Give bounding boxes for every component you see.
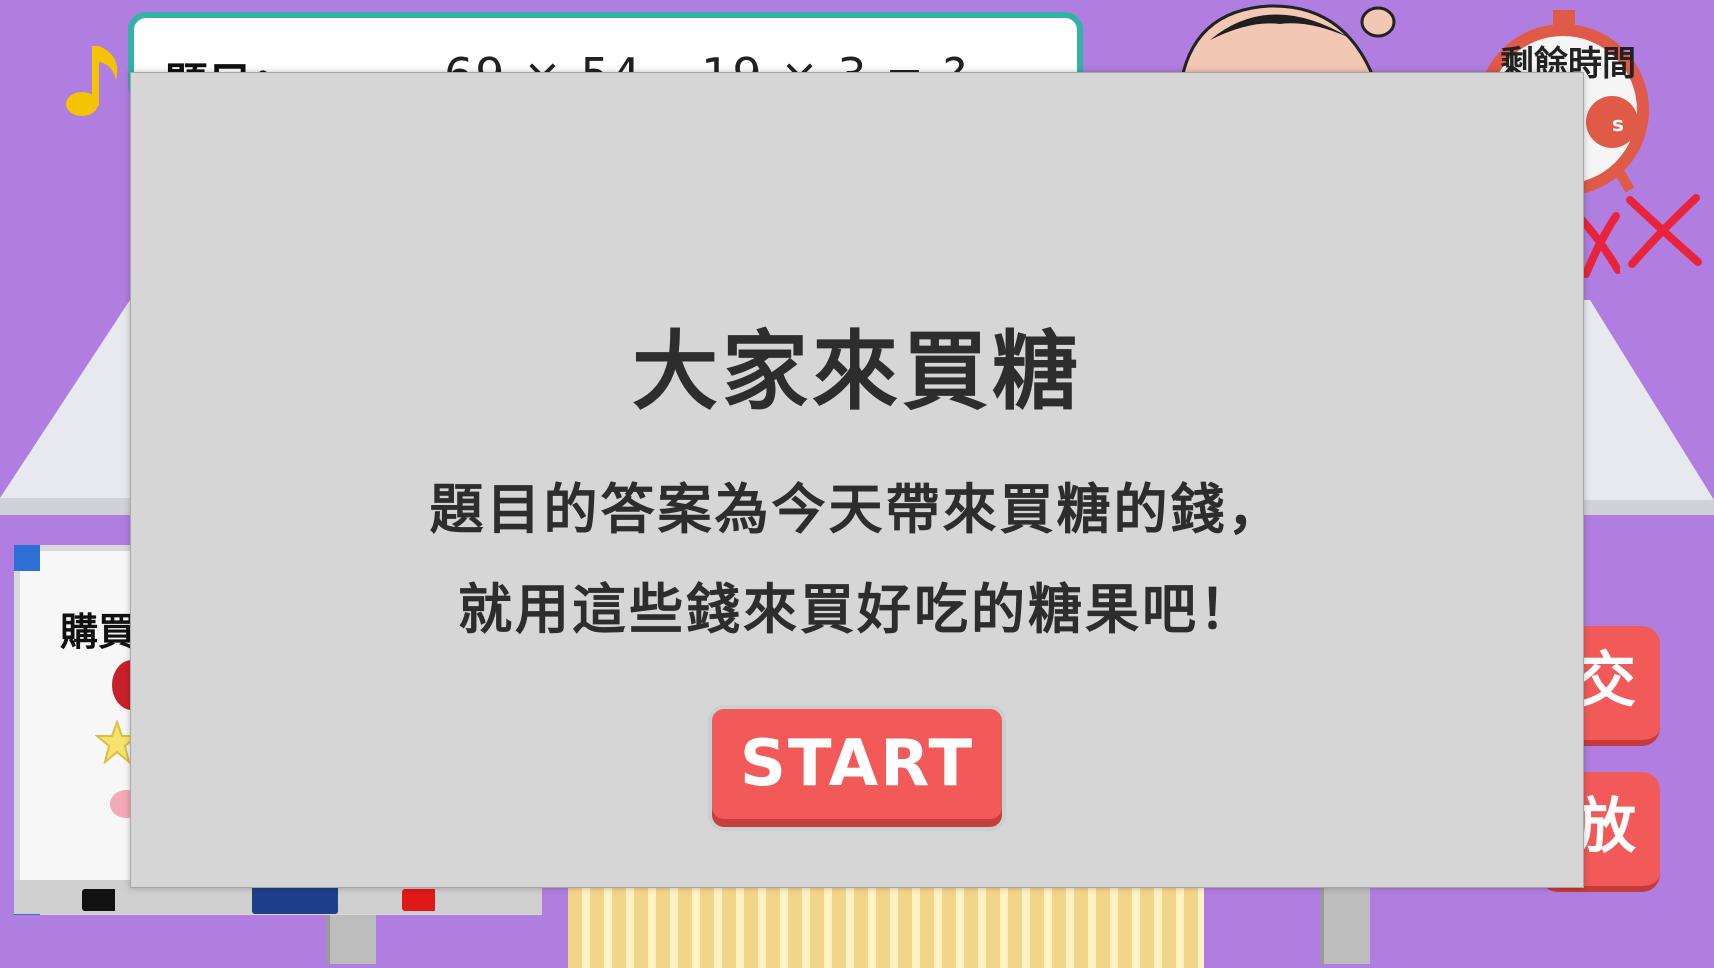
table-right xyxy=(1570,300,1714,515)
modal-description-line1: 題目的答案為今天帶來買糖的錢， xyxy=(429,478,1285,541)
instruction-modal: 大家來買糖 題目的答案為今天帶來買糖的錢， 就用這些錢來買好吃的糖果吧！ STA… xyxy=(130,72,1584,888)
modal-description-line2: 就用這些錢來買好吃的糖果吧！ xyxy=(458,578,1256,641)
music-note-icon[interactable] xyxy=(64,38,128,122)
red-x-mark-icon xyxy=(1626,194,1702,268)
marker-red xyxy=(402,889,512,911)
table-left xyxy=(0,300,150,515)
candy-basket xyxy=(568,880,1204,968)
timer-unit: s xyxy=(1612,112,1624,136)
marker-black xyxy=(82,889,192,911)
eraser-blue xyxy=(252,884,338,914)
modal-title: 大家來買糖 xyxy=(632,322,1082,422)
red-x-mark-icon xyxy=(1580,212,1620,278)
start-button[interactable]: START xyxy=(708,705,1006,831)
whiteboard-title: 購買 xyxy=(60,610,137,654)
board-corner xyxy=(14,545,40,571)
